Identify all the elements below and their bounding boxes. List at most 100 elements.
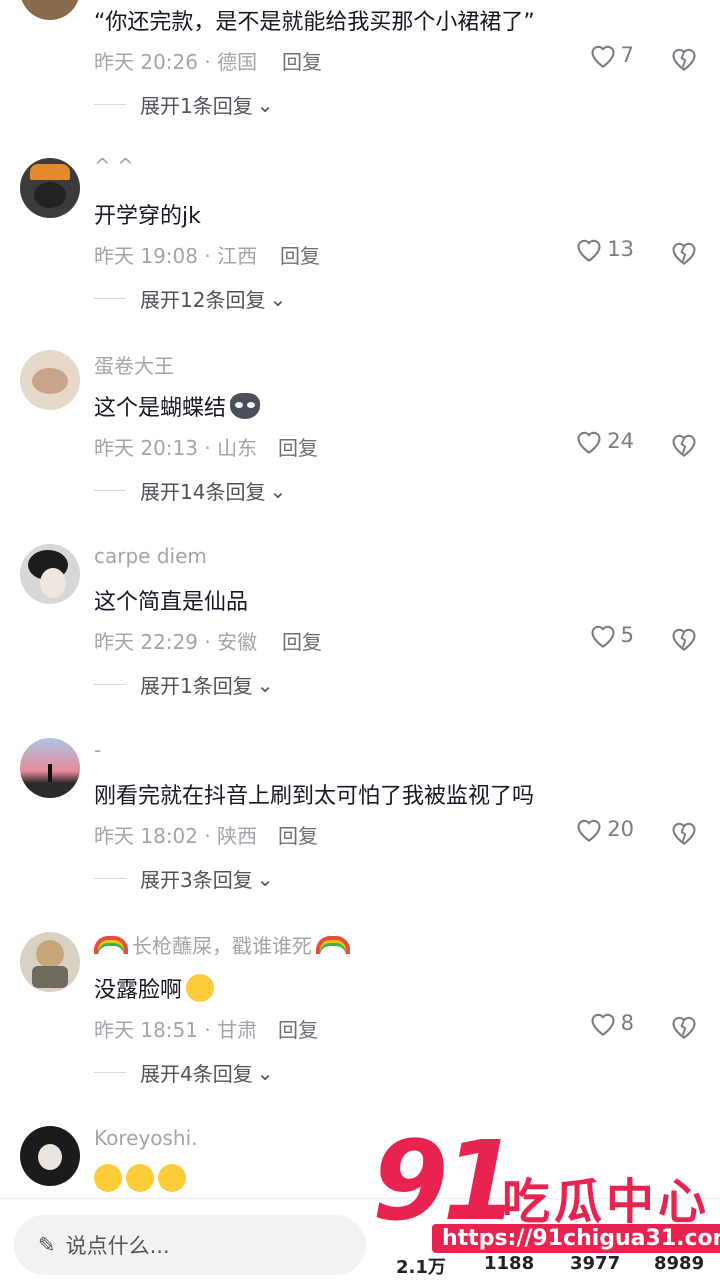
expand-label: 展开14条回复 [140,480,266,504]
chevron-down-icon: ⌄ [269,478,287,503]
watermark-name: 吃瓜中心 [502,1174,711,1230]
comment-meta: 昨天 20:13 · 山东 [94,436,258,460]
expand-replies[interactable]: 展开1条回复 ⌄ [94,670,274,699]
heart-icon [591,625,615,648]
username[interactable]: Koreyoshi. [94,1126,198,1150]
reply-button[interactable]: 回复 [280,240,320,269]
watermark-url: https://91chigua31.com [432,1224,720,1253]
expand-replies[interactable]: 展开3条回复 ⌄ [94,864,274,893]
expand-replies[interactable]: 展开1条回复 ⌄ [94,90,274,119]
comment-text: 开学穿的jk [94,204,201,229]
avatar[interactable] [20,738,80,798]
like-button[interactable]: 24 [575,428,634,454]
avatar[interactable] [20,544,80,604]
heart-icon [591,45,615,68]
reply-button[interactable]: 回复 [278,1014,318,1043]
like-button[interactable]: 8 [589,1010,634,1036]
expand-replies[interactable]: 展开4条回复 ⌄ [94,1058,274,1087]
avatar[interactable] [20,0,80,20]
comment-text: “你还完款，是不是就能给我买那个小裙裙了” [94,10,535,35]
expand-label: 展开3条回复 [140,868,253,892]
comment-meta: 昨天 18:51 · 甘肃 [94,1018,258,1042]
chevron-down-icon: ⌄ [256,92,274,117]
username-text: 长枪蘸屎，戳谁谁死 [132,934,312,958]
comment-text: 这个是蝴蝶结 [94,390,261,422]
dislike-icon[interactable] [670,1012,698,1040]
chevron-down-icon: ⌄ [256,866,274,891]
comment-text: 这个简直是仙品 [94,590,249,615]
like-count: 7 [620,43,634,67]
expand-label: 展开1条回复 [140,674,253,698]
expand-label: 展开1条回复 [140,94,253,118]
like-button[interactable]: 7 [589,42,634,68]
pencil-icon: ✎ [38,1233,56,1257]
heart-icon [577,819,601,842]
avatar[interactable] [20,350,80,410]
divider [94,1072,126,1073]
comment-text [94,1164,186,1192]
avatar[interactable] [20,158,80,218]
dislike-icon[interactable] [670,818,698,846]
username[interactable]: 蛋卷大王 [94,350,174,379]
favorite-stat[interactable]: 3977 [570,1253,620,1274]
like-button[interactable]: 20 [575,816,634,842]
username[interactable]: ^ ^ [94,154,134,178]
like-button[interactable]: 13 [575,236,634,262]
comment-input[interactable]: ✎ 说点什么... [14,1215,366,1275]
rainbow-emoji-icon [94,935,128,954]
like-button[interactable]: 5 [589,622,634,648]
cat-emoji-icon [230,393,261,419]
heart-icon [577,431,601,454]
expand-label: 展开12条回复 [140,288,266,312]
comment-meta: 昨天 19:08 · 江西 [94,244,258,268]
like-count: 24 [607,429,634,453]
chevron-down-icon: ⌄ [256,672,274,697]
chevron-down-icon: ⌄ [256,1060,274,1085]
comment-input-placeholder: 说点什么... [65,1234,170,1258]
comment-meta: 昨天 18:02 · 陕西 [94,824,258,848]
grin-emoji-icon [94,1164,122,1192]
comment-text-content: 没露脸啊 [94,978,183,1003]
username[interactable]: carpe diem [94,544,207,568]
username[interactable]: 长枪蘸屎，戳谁谁死 [94,930,350,959]
avatar[interactable] [20,932,80,992]
divider [94,490,126,491]
blush-emoji-icon [186,974,215,1002]
expand-label: 展开4条回复 [140,1062,253,1086]
like-count: 20 [607,817,634,841]
like-count: 5 [620,623,634,647]
avatar[interactable] [20,1126,80,1186]
divider [94,104,126,105]
grin-emoji-icon [158,1164,186,1192]
comment-text: 刚看完就在抖音上刷到太可怕了我被监视了吗 [94,784,535,809]
reply-button[interactable]: 回复 [282,626,322,655]
username[interactable]: - [94,738,101,762]
comment-text: 没露脸啊 [94,972,215,1004]
reply-button[interactable]: 回复 [278,432,318,461]
grin-emoji-icon [126,1164,154,1192]
like-stat[interactable]: 2.1万 [396,1253,446,1279]
comment-stat[interactable]: 1188 [484,1253,534,1274]
comment-meta: 昨天 22:29 · 安徽 [94,630,258,654]
heart-icon [591,1013,615,1036]
share-stat[interactable]: 8989 [654,1253,704,1274]
watermark-number: 91 [372,1117,519,1245]
expand-replies[interactable]: 展开14条回复 ⌄ [94,476,286,505]
reply-button[interactable]: 回复 [278,820,318,849]
chevron-down-icon: ⌄ [269,286,287,311]
heart-icon [577,239,601,262]
rainbow-emoji-icon [316,935,350,954]
like-count: 8 [620,1011,634,1035]
like-count: 13 [607,237,634,261]
reply-button[interactable]: 回复 [282,46,322,75]
dislike-icon[interactable] [670,624,698,652]
comment-meta: 昨天 20:26 · 德国 [94,50,258,74]
dislike-icon[interactable] [670,44,698,72]
comment-text-content: 这个是蝴蝶结 [94,396,227,421]
dislike-icon[interactable] [670,430,698,458]
dislike-icon[interactable] [670,238,698,266]
divider [94,298,126,299]
divider [94,878,126,879]
expand-replies[interactable]: 展开12条回复 ⌄ [94,284,286,313]
divider [94,684,126,685]
